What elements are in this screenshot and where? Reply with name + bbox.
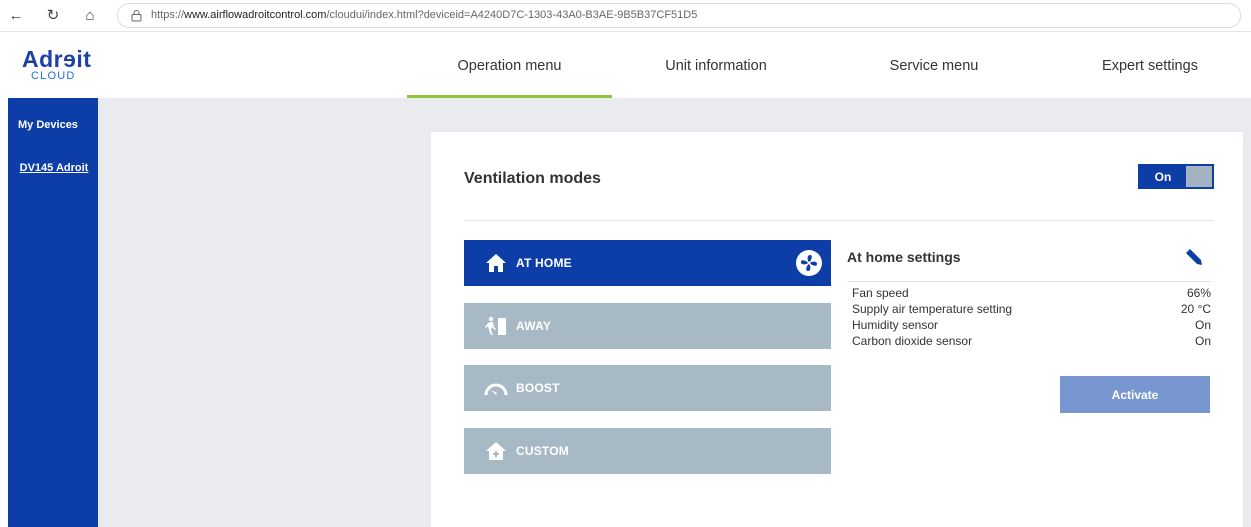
setting-row-co2: Carbon dioxide sensor On — [852, 334, 1211, 348]
activate-button[interactable]: Activate — [1060, 376, 1210, 413]
ventilation-panel: Ventilation modes On AT HOME AWAY BOOST … — [431, 132, 1243, 527]
browser-toolbar: ← ↻ ⌂ https://www.airflowadroitcontrol.c… — [0, 0, 1251, 32]
mode-away-button[interactable]: AWAY — [464, 303, 831, 349]
main-tabs: Operation menu Unit information Service … — [407, 33, 1251, 98]
address-bar[interactable]: https://www.airflowadroitcontrol.com/clo… — [117, 3, 1241, 28]
lock-icon — [131, 10, 142, 22]
settings-divider — [847, 281, 1211, 282]
app-header: Adrɘit CLOUD Operation menu Unit informa… — [0, 33, 1251, 98]
away-icon — [484, 314, 508, 338]
tab-unit-information[interactable]: Unit information — [612, 33, 820, 98]
sidebar-title: My Devices — [18, 119, 78, 131]
setting-row-humidity: Humidity sensor On — [852, 318, 1211, 332]
main-area: Ventilation modes On AT HOME AWAY BOOST … — [98, 98, 1251, 527]
setting-row-fan-speed: Fan speed 66% — [852, 286, 1211, 300]
refresh-icon[interactable]: ↻ — [43, 6, 63, 26]
divider — [464, 220, 1214, 221]
toggle-label: On — [1154, 169, 1172, 184]
url-text: https://www.airflowadroitcontrol.com/clo… — [151, 9, 698, 21]
custom-home-icon — [484, 439, 508, 463]
tab-service-menu[interactable]: Service menu — [820, 33, 1048, 98]
pencil-edit-icon[interactable] — [1185, 248, 1203, 266]
mode-at-home-button[interactable]: AT HOME — [464, 240, 831, 286]
adroit-cloud-logo[interactable]: Adrɘit CLOUD — [22, 48, 91, 83]
boost-icon — [484, 376, 508, 400]
ventilation-toggle[interactable]: On — [1138, 164, 1214, 189]
mode-custom-button[interactable]: CUSTOM — [464, 428, 831, 474]
tab-expert-settings[interactable]: Expert settings — [1048, 33, 1251, 98]
toggle-knob — [1186, 166, 1212, 187]
setting-row-supply-temp: Supply air temperature setting 20 °C — [852, 302, 1211, 316]
home-browser-icon[interactable]: ⌂ — [80, 6, 100, 26]
back-arrow-icon[interactable]: ← — [6, 6, 26, 26]
sidebar: My Devices DV145 Adroit — [8, 98, 98, 527]
home-icon — [484, 251, 508, 275]
settings-title: At home settings — [847, 249, 961, 265]
section-title: Ventilation modes — [464, 170, 601, 187]
tab-operation-menu[interactable]: Operation menu — [407, 33, 612, 98]
mode-boost-button[interactable]: BOOST — [464, 365, 831, 411]
sidebar-device-link[interactable]: DV145 Adroit — [18, 162, 90, 175]
fan-icon — [796, 250, 822, 276]
